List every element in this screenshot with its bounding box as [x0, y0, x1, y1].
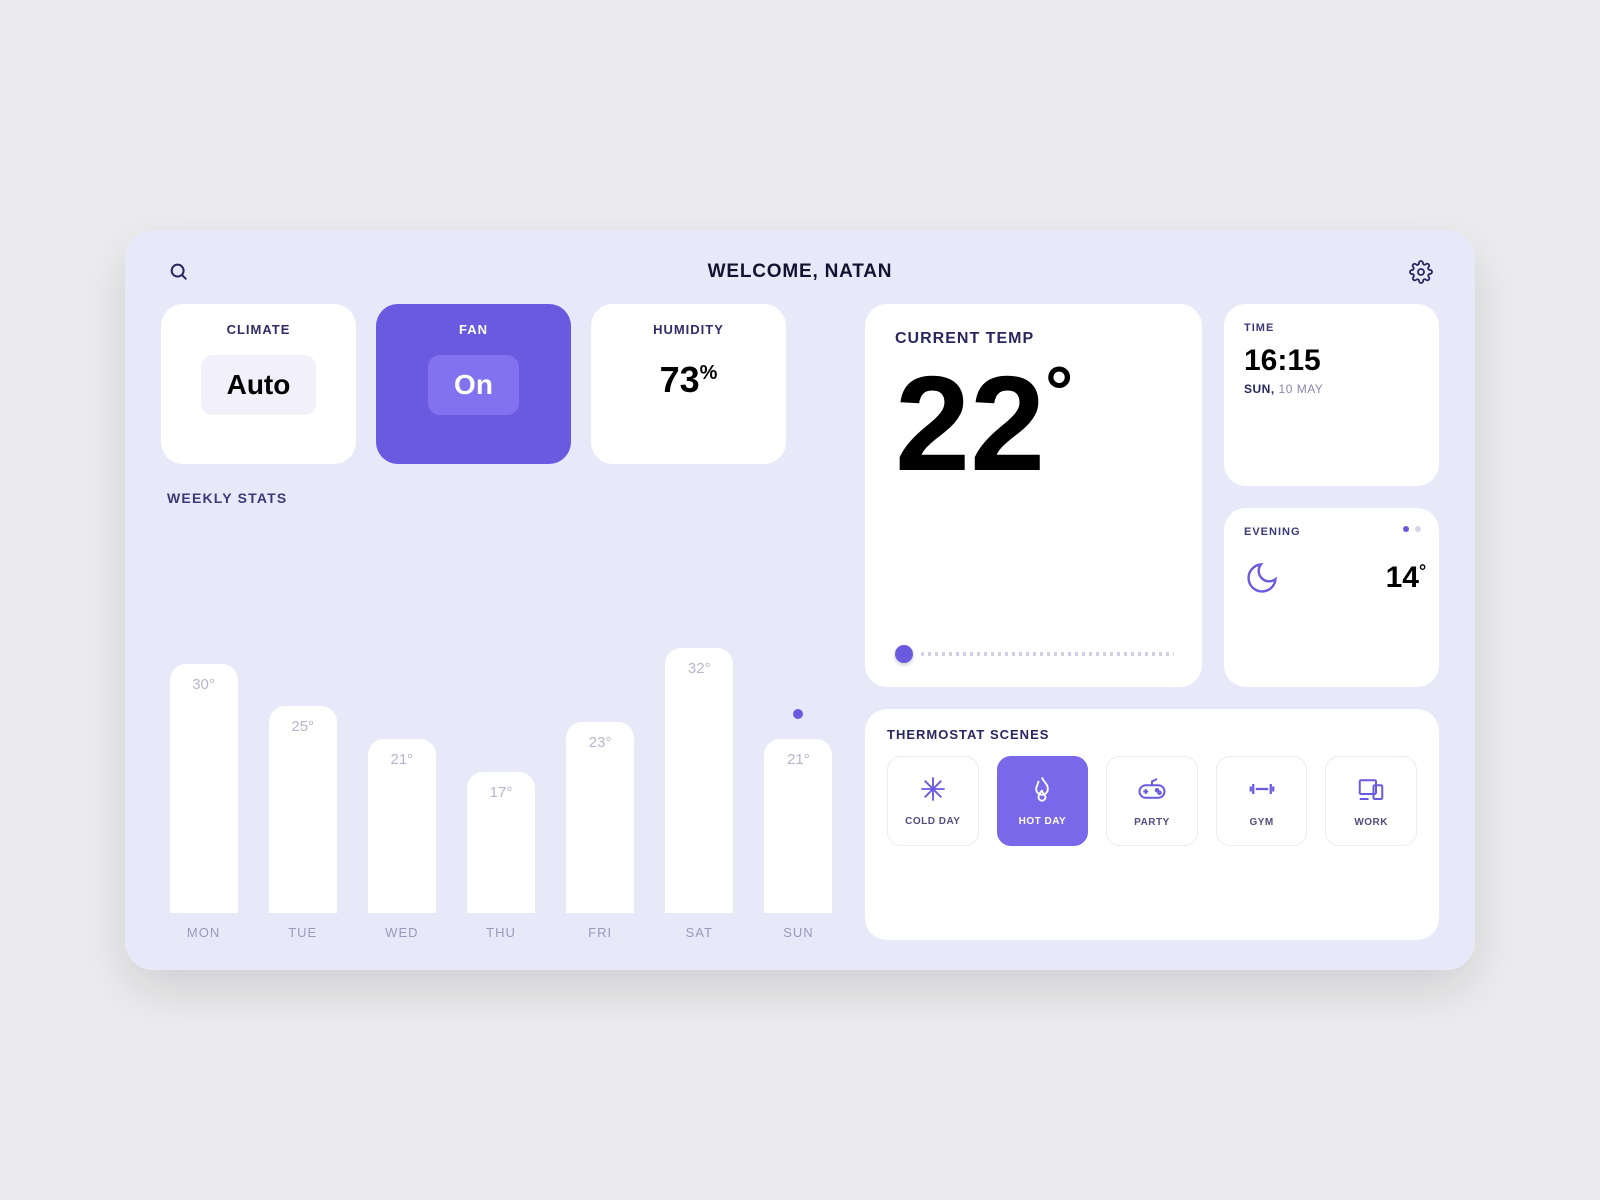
slider-thumb-icon[interactable]: [895, 645, 913, 663]
bar: 25°: [269, 706, 337, 913]
weather-card[interactable]: EVENING 14°: [1224, 508, 1439, 686]
fan-card[interactable]: FAN On: [376, 304, 571, 464]
bar: 21°: [368, 739, 436, 913]
bar-fri[interactable]: 23° FRI: [562, 613, 639, 940]
bar-value: 21°: [391, 751, 414, 913]
weekly-stats-chart: 30° MON 25° TUE 21° WED 17° THU: [161, 518, 841, 940]
bar-mon[interactable]: 30° MON: [165, 613, 242, 940]
humidity-label: HUMIDITY: [653, 322, 724, 337]
dashboard-panel: WELCOME, NATAN CLIMATE Auto FAN On HUMID…: [125, 230, 1475, 970]
bar-value: 32°: [688, 660, 711, 913]
page-title: WELCOME, NATAN: [708, 261, 893, 283]
moon-icon: [1244, 560, 1280, 596]
thermostat-scenes-card: THERMOSTAT SCENES COLD DAY HOT DAY PARTY GY…: [865, 709, 1439, 940]
weather-label: EVENING: [1244, 526, 1419, 538]
fan-value: On: [428, 355, 519, 415]
weather-temp-value: 14°: [1386, 561, 1419, 595]
scene-work[interactable]: WORK: [1325, 756, 1417, 846]
weekly-stats-heading: WEEKLY STATS: [167, 490, 841, 506]
bar-value: 23°: [589, 734, 612, 913]
fan-label: FAN: [459, 322, 488, 337]
bar-sun[interactable]: 21° SUN: [760, 613, 837, 940]
scene-label: HOT DAY: [1019, 816, 1067, 827]
top-bar: WELCOME, NATAN: [161, 258, 1439, 304]
snowflake-icon: [919, 775, 947, 808]
bar-day-label: MON: [187, 925, 220, 940]
bar-day-label: WED: [385, 925, 418, 940]
search-icon[interactable]: [165, 258, 193, 286]
climate-label: CLIMATE: [227, 322, 291, 337]
date-value: SUN, 10 MAY: [1244, 382, 1419, 396]
bar: 21°: [764, 739, 832, 913]
scene-label: COLD DAY: [905, 816, 960, 827]
time-value: 16:15: [1244, 344, 1419, 378]
scene-party[interactable]: PARTY: [1106, 756, 1198, 846]
bar-value: 25°: [291, 718, 314, 913]
bar-day-label: TUE: [288, 925, 317, 940]
current-temp-heading: CURRENT TEMP: [895, 330, 1174, 348]
bar-tue[interactable]: 25° TUE: [264, 613, 341, 940]
climate-value: Auto: [201, 355, 317, 415]
scene-label: WORK: [1354, 817, 1388, 828]
bar-value: 21°: [787, 751, 810, 913]
settings-icon[interactable]: [1407, 258, 1435, 286]
fire-icon: [1028, 775, 1056, 808]
bar-day-label: THU: [486, 925, 516, 940]
climate-card[interactable]: CLIMATE Auto: [161, 304, 356, 464]
bar: 23°: [566, 722, 634, 913]
bar-thu[interactable]: 17° THU: [462, 613, 539, 940]
bar: 17°: [467, 772, 535, 913]
time-card: TIME 16:15 SUN, 10 MAY: [1224, 304, 1439, 486]
current-temp-value: 22°: [895, 356, 1174, 491]
humidity-value: 73%: [660, 359, 718, 401]
bar-day-label: SAT: [686, 925, 713, 940]
slider-track[interactable]: [921, 652, 1174, 656]
bar: 32°: [665, 648, 733, 913]
bar-value: 17°: [490, 784, 513, 913]
bar-day-label: SUN: [783, 925, 813, 940]
devices-icon: [1356, 774, 1386, 809]
bar-value: 30°: [192, 676, 215, 913]
humidity-card[interactable]: HUMIDITY 73%: [591, 304, 786, 464]
bar-wed[interactable]: 21° WED: [363, 613, 440, 940]
weather-pager[interactable]: [1403, 526, 1421, 532]
scene-label: GYM: [1249, 817, 1273, 828]
time-label: TIME: [1244, 322, 1419, 334]
dumbbell-icon: [1247, 774, 1277, 809]
scene-hot-day[interactable]: HOT DAY: [997, 756, 1089, 846]
scene-label: PARTY: [1134, 817, 1170, 828]
scene-cold-day[interactable]: COLD DAY: [887, 756, 979, 846]
scenes-heading: THERMOSTAT SCENES: [887, 727, 1417, 742]
scene-gym[interactable]: GYM: [1216, 756, 1308, 846]
bar-sat[interactable]: 32° SAT: [661, 613, 738, 940]
current-temp-card: CURRENT TEMP 22°: [865, 304, 1202, 687]
gamepad-icon: [1137, 774, 1167, 809]
bar-day-label: FRI: [588, 925, 612, 940]
bar: 30°: [170, 664, 238, 913]
temp-slider[interactable]: [895, 645, 1174, 663]
highlight-dot-icon: [793, 709, 803, 719]
